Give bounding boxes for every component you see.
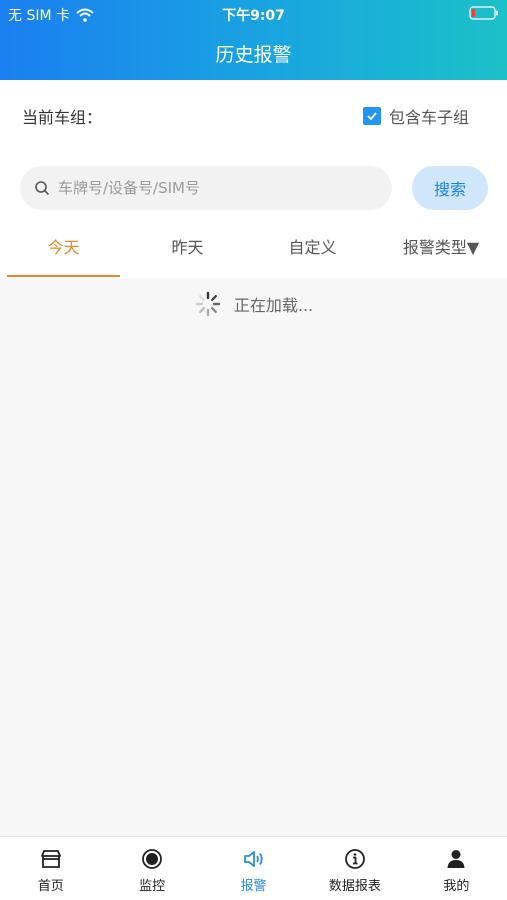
store-icon xyxy=(40,850,61,868)
include-subgroup-checkbox[interactable] xyxy=(362,107,381,125)
app-header: 无 SIM 卡 下午9:07 历史报警 xyxy=(0,0,507,80)
tabbar-reports-label: 数据报表 xyxy=(328,879,381,894)
search-input[interactable] xyxy=(58,179,358,197)
tab-custom[interactable]: 自定义 xyxy=(255,230,370,276)
tabbar-home[interactable]: 首页 xyxy=(0,837,101,900)
spinner-icon xyxy=(195,291,221,317)
vehicle-group-label: 当前车组： xyxy=(22,108,103,127)
tab-today[interactable]: 今天 xyxy=(7,230,120,276)
status-bar: 无 SIM 卡 下午9:07 xyxy=(0,0,507,28)
battery-low-icon xyxy=(469,6,498,20)
loading-text: 正在加载... xyxy=(233,296,314,315)
user-icon xyxy=(447,850,465,868)
page-title: 历史报警 xyxy=(215,44,292,66)
info-icon xyxy=(345,849,365,869)
tabbar-monitor-label: 监控 xyxy=(139,879,166,894)
bottom-tab-bar: 首页 监控 报警 数据报表 我的 xyxy=(0,836,507,900)
filter-panel: 当前车组： 包含车子组 搜索 今天 昨天 自定义 报警类型▼ xyxy=(0,80,507,278)
tabbar-monitor[interactable]: 监控 xyxy=(101,837,202,900)
loading-indicator: 正在加载... xyxy=(0,286,507,322)
include-subgroup-label: 包含车子组 xyxy=(388,108,469,127)
search-box[interactable] xyxy=(20,166,392,210)
tab-alarm-type[interactable]: 报警类型▼ xyxy=(380,230,502,276)
search-button[interactable]: 搜索 xyxy=(412,166,488,210)
tabbar-profile-label: 我的 xyxy=(443,879,470,894)
tabbar-alarm-label: 报警 xyxy=(240,879,267,894)
record-icon xyxy=(142,849,163,869)
tab-yesterday[interactable]: 昨天 xyxy=(130,230,245,276)
search-icon xyxy=(35,181,50,196)
tabbar-reports[interactable]: 数据报表 xyxy=(304,837,405,900)
tabbar-alarm[interactable]: 报警 xyxy=(203,837,304,900)
speaker-icon xyxy=(243,851,263,867)
status-time: 下午9:07 xyxy=(222,8,285,24)
tabbar-home-label: 首页 xyxy=(37,879,64,894)
tabbar-profile[interactable]: 我的 xyxy=(406,837,507,900)
include-subgroup-toggle[interactable]: 包含车子组 xyxy=(362,104,469,128)
check-icon xyxy=(367,112,377,121)
active-tab-indicator xyxy=(7,275,120,277)
